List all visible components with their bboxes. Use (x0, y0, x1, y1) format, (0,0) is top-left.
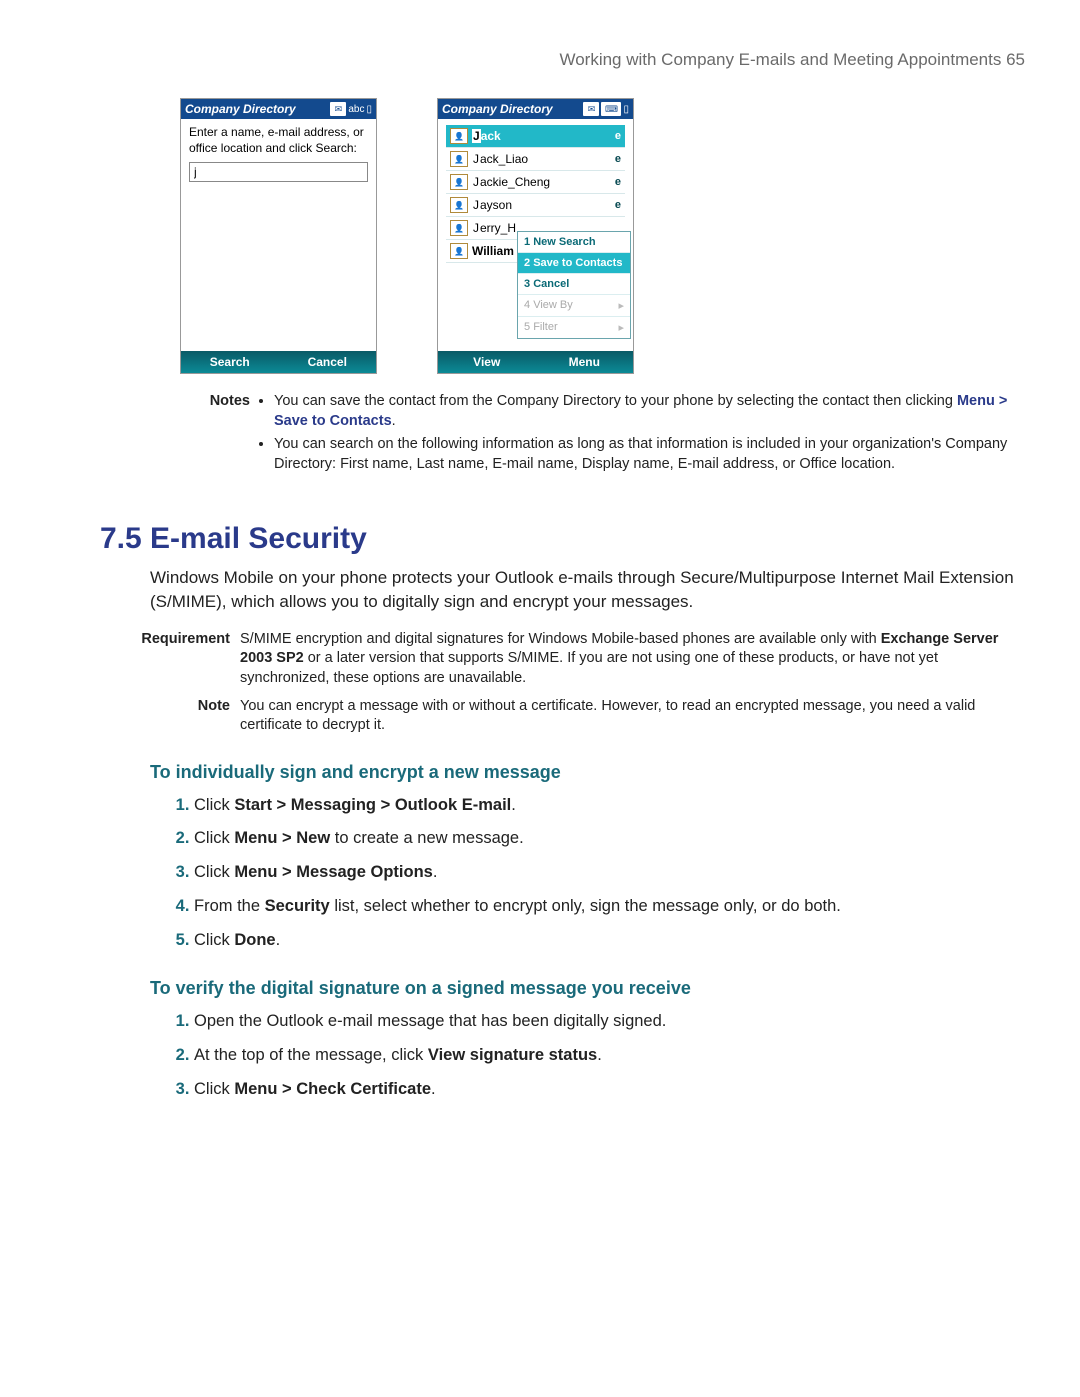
phone1-softkeys: Search Cancel (181, 351, 376, 373)
step: Click Menu > Check Certificate. (194, 1077, 1025, 1102)
mail-icon: ✉ (330, 102, 346, 116)
phone-screenshot-search: Company Directory ✉ abc ▯ Enter a name, … (180, 98, 377, 374)
step: Click Menu > Message Options. (194, 860, 1025, 885)
intro-paragraph: Windows Mobile on your phone protects yo… (150, 566, 1025, 614)
contact-icon (450, 197, 468, 213)
subsection-heading: To individually sign and encrypt a new m… (150, 762, 1025, 783)
requirement-label: Requirement (120, 630, 240, 689)
menu-filter: 5 Filter▸ (518, 317, 630, 338)
phone1-softkey-right[interactable]: Cancel (279, 351, 377, 373)
section-heading: 7.5 E-mail Security (100, 522, 1025, 556)
signal-icon: ▯ (623, 104, 629, 115)
menu-cancel[interactable]: 3 Cancel (518, 274, 630, 295)
step: Click Menu > New to create a new message… (194, 826, 1025, 851)
contact-icon (450, 151, 468, 167)
phone1-prompt: Enter a name, e-mail address, or office … (189, 125, 368, 156)
abc-indicator: abc (348, 104, 364, 115)
menu-new-search[interactable]: 1 New Search (518, 232, 630, 253)
result-row[interactable]: Jack_Liao e (446, 148, 625, 171)
requirement-text: S/MIME encryption and digital signatures… (240, 630, 1025, 689)
requirement-block: Requirement S/MIME encryption and digita… (120, 630, 1025, 689)
result-row[interactable]: Jayson e (446, 194, 625, 217)
screenshots-row: Company Directory ✉ abc ▯ Enter a name, … (180, 98, 1025, 374)
step: Click Start > Messaging > Outlook E-mail… (194, 793, 1025, 818)
phone2-titlebar: Company Directory ✉ ⌨ ▯ (438, 99, 633, 119)
contact-icon (450, 220, 468, 236)
note-item: You can search on the following informat… (274, 435, 1025, 474)
subsection-heading: To verify the digital signature on a sig… (150, 978, 1025, 999)
step: Open the Outlook e-mail message that has… (194, 1009, 1025, 1034)
contact-icon (450, 174, 468, 190)
contact-icon (450, 243, 468, 259)
chevron-right-icon: ▸ (618, 299, 624, 312)
phone2-softkey-left[interactable]: View (438, 351, 536, 373)
notes-block: Notes You can save the contact from the … (150, 392, 1025, 478)
note-block: Note You can encrypt a message with or w… (120, 697, 1025, 736)
menu-view-by: 4 View By▸ (518, 295, 630, 317)
chevron-right-icon: ▸ (618, 321, 624, 334)
steps-list-1: Click Start > Messaging > Outlook E-mail… (172, 793, 1025, 953)
phone2-softkeys: View Menu (438, 351, 633, 373)
phone1-search-input[interactable] (189, 162, 368, 182)
step: Click Done. (194, 928, 1025, 953)
phone1-titlebar: Company Directory ✉ abc ▯ (181, 99, 376, 119)
phone2-body: Jack e Jack_Liao e Jackie_Cheng e Jayson… (438, 119, 633, 351)
mail-icon: ✉ (583, 102, 599, 116)
note-text: You can encrypt a message with or withou… (240, 697, 1025, 736)
step: From the Security list, select whether t… (194, 894, 1025, 919)
phone1-title: Company Directory (185, 102, 296, 116)
result-row[interactable]: Jackie_Cheng e (446, 171, 625, 194)
notes-label: Notes (150, 392, 260, 478)
note-label: Note (120, 697, 240, 736)
result-row[interactable]: Jack e (446, 125, 625, 148)
page-header: Working with Company E-mails and Meeting… (110, 50, 1025, 70)
phone2-status: ✉ ⌨ ▯ (583, 102, 629, 116)
menu-save-to-contacts[interactable]: 2 Save to Contacts (518, 253, 630, 274)
phone2-title: Company Directory (442, 102, 553, 116)
contact-icon (450, 128, 468, 144)
keyboard-icon: ⌨ (601, 102, 621, 116)
note-item: You can save the contact from the Compan… (274, 392, 1025, 431)
phone1-softkey-left[interactable]: Search (181, 351, 279, 373)
step: At the top of the message, click View si… (194, 1043, 1025, 1068)
phone-screenshot-results: Company Directory ✉ ⌨ ▯ Jack e Jack_Liao… (437, 98, 634, 374)
page: Working with Company E-mails and Meeting… (0, 0, 1080, 1151)
phone1-body: Enter a name, e-mail address, or office … (181, 119, 376, 351)
context-menu: 1 New Search 2 Save to Contacts 3 Cancel… (517, 231, 631, 339)
steps-list-2: Open the Outlook e-mail message that has… (172, 1009, 1025, 1101)
signal-icon: ▯ (366, 104, 372, 115)
phone1-status: ✉ abc ▯ (330, 102, 372, 116)
phone2-softkey-right[interactable]: Menu (536, 351, 634, 373)
